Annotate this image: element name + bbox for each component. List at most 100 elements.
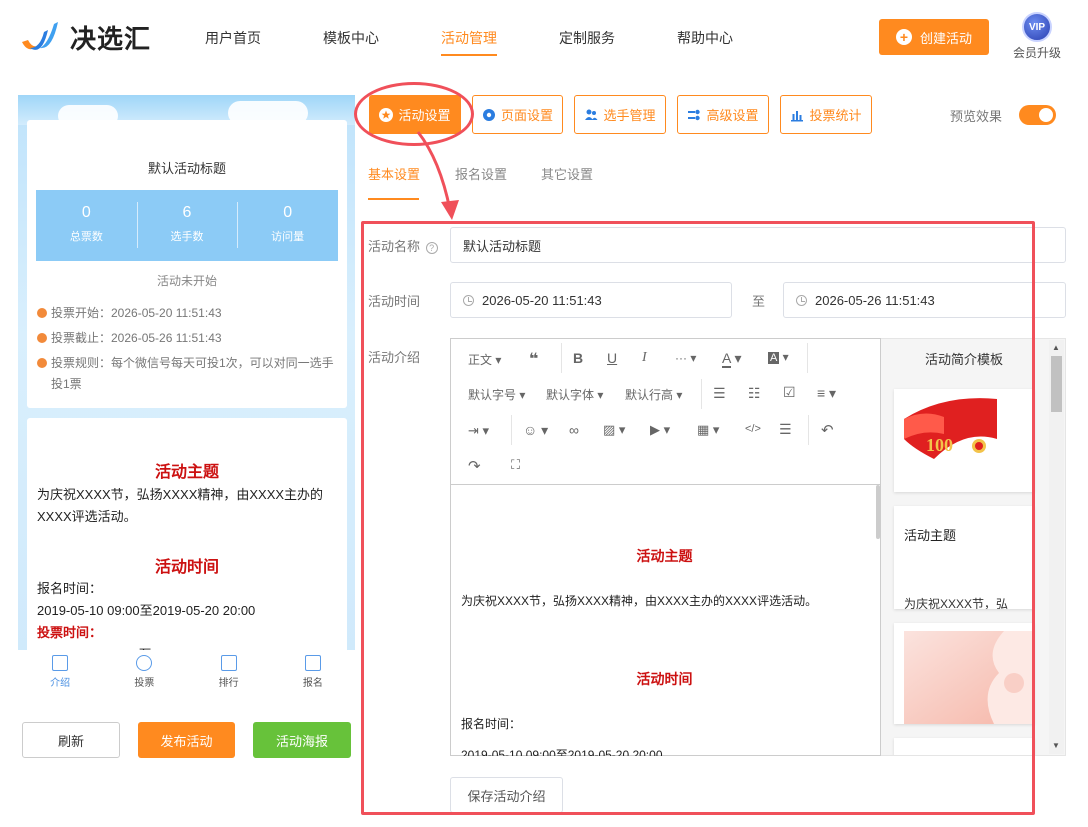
tab-label: 高级设置 (706, 108, 759, 123)
template-card[interactable]: 活动主题 为庆祝XXXX节，弘 (894, 506, 1034, 609)
todo-list-icon[interactable]: ☑ (783, 384, 796, 401)
stat-value: 6 (182, 204, 192, 221)
template-thumbnail-image: 100 (894, 389, 1034, 492)
numbered-list-icon[interactable]: ☷ (748, 385, 761, 402)
fullscreen-icon[interactable]: ⛶ (511, 457, 520, 473)
nav-help[interactable]: 帮助中心 (677, 28, 733, 58)
video-icon[interactable]: ▶ ▾ (650, 422, 670, 438)
stat-label: 选手数 (170, 231, 204, 243)
create-activity-button[interactable]: + 创建活动 (879, 19, 989, 55)
create-activity-label: 创建活动 (919, 30, 972, 46)
document-icon (52, 655, 69, 671)
vote-statistics-button[interactable]: 投票统计 (780, 95, 872, 134)
activity-name-label: 活动名称 ? (368, 236, 438, 255)
indent-icon[interactable]: ⇥ ▾ (468, 423, 489, 439)
tab-label: 页面设置 (500, 108, 553, 123)
link-icon[interactable]: ∞ (569, 422, 579, 438)
start-time-input[interactable]: 2026-05-20 11:51:43 (450, 282, 732, 318)
editor-paragraph: 为庆祝XXXX节，弘扬XXXX精神，由XXXX主办的XXXX评选活动。 (461, 594, 818, 608)
stat-total-votes: 0 总票数 (36, 190, 137, 261)
content-line: 2019-05-10 09:00至2019-05-20 20:00 (37, 603, 256, 618)
refresh-button[interactable]: 刷新 (22, 722, 120, 758)
align-icon[interactable]: ≡ ▾ (817, 385, 836, 402)
scroll-down-icon[interactable]: ▼ (1052, 741, 1060, 750)
editor-content[interactable]: 活动主题 为庆祝XXXX节，弘扬XXXX精神，由XXXX主办的XXXX评选活动。… (451, 486, 878, 756)
svg-text:100: 100 (926, 435, 953, 455)
page-settings-button[interactable]: 页面设置 (472, 95, 563, 134)
template-scrollbar[interactable]: ▲ ▼ (1049, 340, 1064, 754)
gear-icon (482, 108, 495, 121)
dot-icon (37, 308, 47, 318)
top-header: 决选汇 用户首页 模板中心 活动管理 定制服务 帮助中心 + 创建活动 VIP … (0, 0, 1088, 78)
signup-icon (304, 655, 321, 671)
nav-home[interactable]: 用户首页 (205, 28, 261, 58)
logo[interactable]: 决选汇 (18, 18, 151, 56)
preview-info-card: 默认活动标题 0 总票数 6 选手数 0 访问量 活动未开始 投票开始：2026… (27, 120, 347, 408)
help-icon[interactable]: ? (425, 242, 438, 254)
font-color-icon[interactable]: A ▾ (722, 350, 742, 368)
save-intro-button[interactable]: 保存活动介绍 (450, 777, 563, 813)
more-icon[interactable]: ··· ▾ (675, 351, 696, 365)
nav-custom-service[interactable]: 定制服务 (559, 28, 615, 58)
editor-line: 2019-05-10 09:00至2019-05-20 20:00 (461, 748, 663, 756)
tab-label: 选手管理 (603, 108, 656, 123)
preview-toggle[interactable] (1019, 105, 1056, 125)
tab-intro[interactable]: 介绍 (18, 650, 102, 695)
table-icon[interactable]: ▦ ▾ (697, 422, 719, 438)
toolbar-divider (807, 343, 808, 373)
end-time-input[interactable]: 2026-05-26 11:51:43 (783, 282, 1066, 318)
activity-name-input[interactable]: 默认活动标题 (450, 227, 1066, 263)
label-text: 活动名称 (368, 239, 421, 254)
publish-button[interactable]: 发布活动 (138, 722, 235, 758)
background-color-icon[interactable]: A ▾ (768, 350, 789, 364)
font-family-dropdown[interactable]: 默认字体 ▾ (546, 386, 603, 403)
info-text: 投票截止：2026-05-26 11:51:43 (51, 331, 222, 345)
content-heading: 活动时间 (154, 559, 219, 576)
vote-end-info: 投票截止：2026-05-26 11:51:43 (37, 328, 337, 349)
template-heading: 活动主题 (904, 528, 957, 543)
paragraph-format-dropdown[interactable]: 正文 ▾ (468, 351, 501, 368)
template-card[interactable] (894, 623, 1034, 724)
star-icon (379, 107, 394, 122)
bullet-list-icon[interactable]: ☰ (713, 385, 726, 402)
nav-activity-management[interactable]: 活动管理 (441, 28, 497, 58)
tab-signup[interactable]: 报名 (271, 650, 355, 695)
redo-icon[interactable]: ↷ (468, 457, 481, 475)
time-separator: 至 (752, 294, 766, 309)
scroll-up-icon[interactable]: ▲ (1052, 343, 1060, 352)
advanced-settings-button[interactable]: 高级设置 (677, 95, 769, 134)
template-card[interactable]: 100 (894, 389, 1034, 492)
italic-icon[interactable]: I (642, 350, 647, 366)
undo-icon[interactable]: ↶ (821, 421, 834, 439)
bg-color-glyph: A (768, 352, 780, 364)
vip-upgrade[interactable]: VIP 会员升级 (1010, 12, 1064, 61)
nav-templates[interactable]: 模板中心 (323, 28, 379, 58)
scroll-thumb[interactable] (1051, 356, 1062, 412)
settings-sliders-icon (688, 109, 701, 120)
bold-icon[interactable]: B (573, 350, 583, 366)
dot-icon (37, 358, 47, 368)
tab-ranking[interactable]: 排行 (187, 650, 271, 695)
user-icon (136, 655, 153, 671)
editor-line: 报名时间： (461, 717, 522, 731)
template-panel: 活动简介模板 100 活动主题 为庆祝XXXX节，弘 (881, 338, 1066, 756)
divider-line-icon[interactable]: ☰ (779, 421, 792, 438)
quote-icon[interactable]: ❝ (529, 349, 538, 369)
image-icon[interactable]: ▨ ▾ (603, 422, 625, 438)
subtab-other[interactable]: 其它设置 (541, 164, 593, 183)
font-color-glyph: A (722, 350, 731, 368)
underline-icon[interactable]: U (607, 350, 617, 366)
stat-value: 0 (81, 204, 91, 221)
font-size-dropdown[interactable]: 默认字号 ▾ (468, 386, 525, 403)
line-height-dropdown[interactable]: 默认行高 ▾ (625, 386, 682, 403)
activity-status: 活动未开始 (156, 274, 217, 288)
tab-vote[interactable]: 投票 (102, 650, 186, 695)
poster-button[interactable]: 活动海报 (253, 722, 351, 758)
template-card[interactable] (894, 738, 1034, 755)
editor-scrollbar[interactable] (876, 485, 880, 539)
emoji-icon[interactable]: ☺ ▾ (523, 422, 548, 439)
code-icon[interactable]: </> (745, 423, 761, 435)
contestant-management-button[interactable]: 选手管理 (574, 95, 666, 134)
activity-settings-button[interactable]: 活动设置 (369, 95, 461, 134)
vote-rule-info: 投票规则：每个微信号每天可投1次，可以对同一选手投1票 (37, 353, 337, 395)
